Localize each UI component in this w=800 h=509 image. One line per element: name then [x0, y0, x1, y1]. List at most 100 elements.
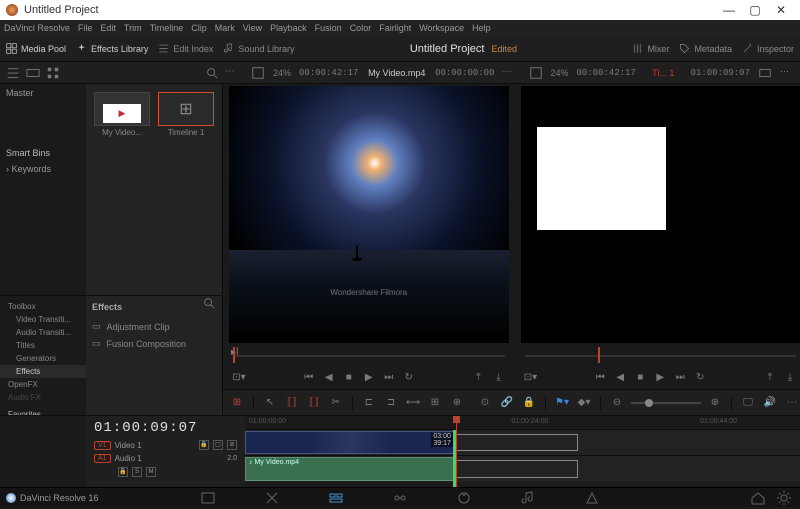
fxlib-toggle[interactable]: Effects Library [76, 43, 148, 54]
gear-icon[interactable] [776, 490, 792, 506]
menu-item[interactable]: View [243, 23, 262, 33]
timeline-canvas[interactable] [521, 86, 800, 343]
metadata-toggle[interactable]: Metadata [679, 43, 732, 54]
next-frame-button[interactable]: ⏭ [672, 372, 688, 383]
audio-clip[interactable]: ♪ My Video.mp4 [245, 457, 456, 481]
fairlight-page-icon[interactable] [520, 490, 536, 506]
loop-button[interactable]: ↻ [692, 372, 708, 383]
tree-titles[interactable]: Titles [0, 339, 86, 352]
flag-icon[interactable]: ⚑▾ [554, 395, 570, 411]
mixer-toggle[interactable]: Mixer [632, 43, 669, 54]
empty-audio-clip[interactable] [456, 460, 578, 478]
auto-select-icon[interactable]: ▢ [213, 440, 223, 450]
marker-icon[interactable]: ◆▾ [576, 395, 592, 411]
bypass-icon[interactable] [758, 66, 772, 80]
audio-track-header[interactable]: A1 Audio 1 2.0 [94, 454, 237, 463]
mark-in-button[interactable]: ⤒ [471, 372, 487, 383]
lock-icon[interactable]: 🔒 [199, 440, 209, 450]
thumb-view-icon[interactable] [46, 66, 60, 80]
clip-item[interactable]: ▶ My Video... [94, 92, 150, 137]
match-frame-icon[interactable]: ⊡▾ [231, 372, 247, 383]
timeline-tracks[interactable]: 01:00:00:00 01:00:24:00 01:00:44:00 03:0… [245, 416, 800, 487]
source-zoom[interactable]: 24% [273, 68, 291, 78]
maximize-button[interactable]: ▢ [742, 3, 768, 17]
timeline-timecode[interactable]: 01:00:09:07 [94, 420, 237, 436]
options-icon[interactable]: ⋯ [225, 66, 239, 80]
dynamic-trim-tool[interactable]: ⟦⟧ [306, 395, 322, 411]
position-lock-icon[interactable]: 🔒 [521, 395, 537, 411]
mark-in-button[interactable]: ⤒ [762, 372, 778, 383]
play-button[interactable]: ▶ [652, 372, 668, 383]
timeline-view-icon[interactable]: ⊞ [229, 395, 245, 411]
menu-item[interactable]: File [78, 23, 93, 33]
fit-icon[interactable] [251, 66, 265, 80]
menu-item[interactable]: Help [472, 23, 491, 33]
timeline-zoom[interactable]: 24% [551, 68, 569, 78]
play-button[interactable]: ▶ [361, 372, 377, 383]
soundlib-toggle[interactable]: Sound Library [223, 43, 294, 54]
close-button[interactable]: ✕ [768, 3, 794, 17]
menu-item[interactable]: Workspace [419, 23, 464, 33]
play-reverse-button[interactable]: ◀ [321, 372, 337, 383]
video-clip[interactable]: 03:0039:17 [245, 431, 456, 454]
monitor-icon[interactable]: 🖵 [740, 395, 756, 411]
menu-item[interactable]: Mark [215, 23, 235, 33]
editindex-toggle[interactable]: Edit Index [158, 43, 213, 54]
mark-out-button[interactable]: ⤓ [491, 372, 507, 383]
fit-to-fill-icon[interactable]: ⊞ [427, 395, 443, 411]
strip-view-icon[interactable] [26, 66, 40, 80]
menu-item[interactable]: DaVinci Resolve [4, 23, 70, 33]
blade-tool[interactable]: ✂ [328, 395, 344, 411]
source-scrubber[interactable]: ▸| [227, 345, 511, 365]
source-canvas[interactable]: Wondershare Filmora [229, 86, 509, 343]
menu-item[interactable]: Timeline [150, 23, 184, 33]
next-frame-button[interactable]: ⏭ [381, 372, 397, 383]
menu-item[interactable]: Clip [191, 23, 207, 33]
menu-item[interactable]: Color [350, 23, 372, 33]
stop-button[interactable]: ■ [632, 372, 648, 383]
minimize-button[interactable]: — [716, 3, 742, 17]
home-icon[interactable] [750, 490, 766, 506]
empty-clip[interactable] [456, 434, 578, 451]
fusion-page-icon[interactable] [392, 490, 408, 506]
timeline-ruler[interactable]: 01:00:00:00 01:00:24:00 01:00:44:00 [245, 416, 800, 430]
video-track-header[interactable]: V1 Video 1 🔒 ▢ ⊘ [94, 440, 237, 450]
zoom-slider-out-icon[interactable]: ⊖ [609, 395, 625, 411]
audio-track[interactable]: ♪ My Video.mp4 [245, 456, 800, 482]
playhead[interactable] [456, 416, 457, 487]
master-bin[interactable]: Master [6, 88, 80, 98]
menu-item[interactable]: Edit [100, 23, 116, 33]
tree-audiofx[interactable]: Audio FX [0, 391, 86, 404]
first-frame-button[interactable]: ⏮ [592, 372, 608, 383]
fit-icon[interactable] [529, 66, 543, 80]
loop-button[interactable]: ↻ [401, 372, 417, 383]
menu-item[interactable]: Fusion [315, 23, 342, 33]
tree-effects[interactable]: Effects [0, 365, 86, 378]
overwrite-clip-icon[interactable]: ⊐ [383, 395, 399, 411]
source-more-icon[interactable]: ⋯ [503, 66, 517, 80]
list-view-icon[interactable] [6, 66, 20, 80]
zoom-slider-in-icon[interactable]: ⊕ [707, 395, 723, 411]
menu-item[interactable]: Trim [124, 23, 142, 33]
source-clip-name[interactable]: My Video.mp4 [366, 68, 427, 78]
audio-icon[interactable]: 🔊 [762, 395, 778, 411]
search-icon[interactable] [202, 296, 216, 310]
tree-generators[interactable]: Generators [0, 352, 86, 365]
first-frame-button[interactable]: ⏮ [301, 372, 317, 383]
clip-item[interactable]: ⊞ Timeline 1 [158, 92, 214, 137]
inspector-toggle[interactable]: Inspector [742, 43, 794, 54]
customize-icon[interactable]: ⋯ [784, 395, 800, 411]
insert-clip-icon[interactable]: ⊏ [361, 395, 377, 411]
timeline-more-icon[interactable]: ⋯ [780, 66, 794, 80]
lock-icon[interactable]: 🔒 [118, 467, 128, 477]
selection-tool[interactable]: ↖ [262, 395, 278, 411]
media-page-icon[interactable] [200, 490, 216, 506]
video-track[interactable]: 03:0039:17 [245, 430, 800, 456]
play-reverse-button[interactable]: ◀ [612, 372, 628, 383]
solo-icon[interactable]: S [132, 467, 142, 477]
disable-track-icon[interactable]: ⊘ [227, 440, 237, 450]
replace-clip-icon[interactable]: ⟷ [405, 395, 421, 411]
timeline-name[interactable]: Ti... 1 [644, 68, 683, 78]
cut-page-icon[interactable] [264, 490, 280, 506]
deliver-page-icon[interactable] [584, 490, 600, 506]
